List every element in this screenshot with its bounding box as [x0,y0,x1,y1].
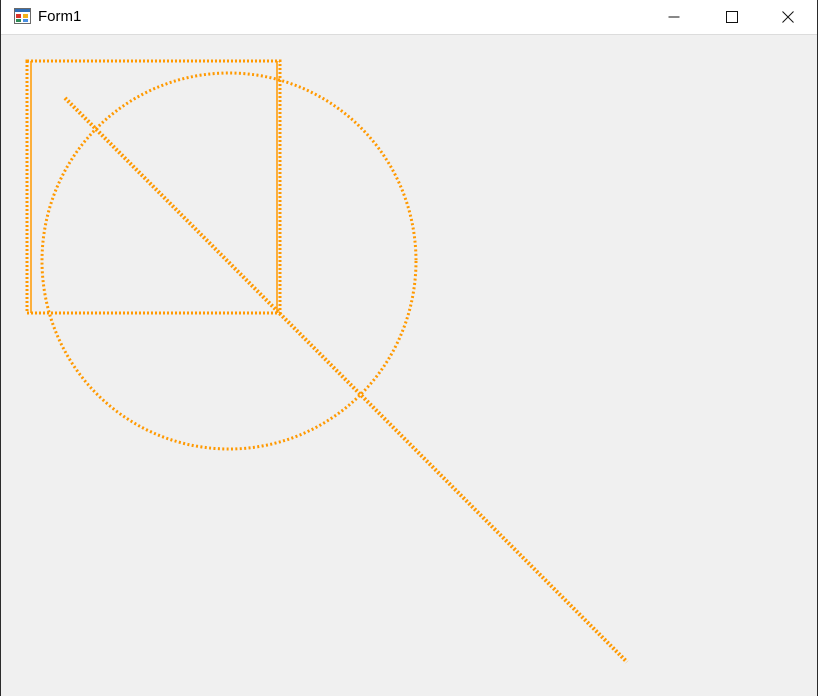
maximize-icon [726,11,738,23]
app-window: Form1 [0,0,818,696]
maximize-button[interactable] [703,0,761,34]
minimize-button[interactable] [645,0,703,34]
winforms-app-icon [14,8,31,24]
window-title: Form1 [38,8,82,25]
minimize-icon [668,16,680,18]
close-button[interactable] [759,0,817,34]
form-client-area [1,36,817,696]
drawing-canvas [25,59,629,664]
title-bar[interactable]: Form1 [1,0,817,35]
close-icon [782,11,794,23]
dotted-diagonal-line [63,96,629,664]
